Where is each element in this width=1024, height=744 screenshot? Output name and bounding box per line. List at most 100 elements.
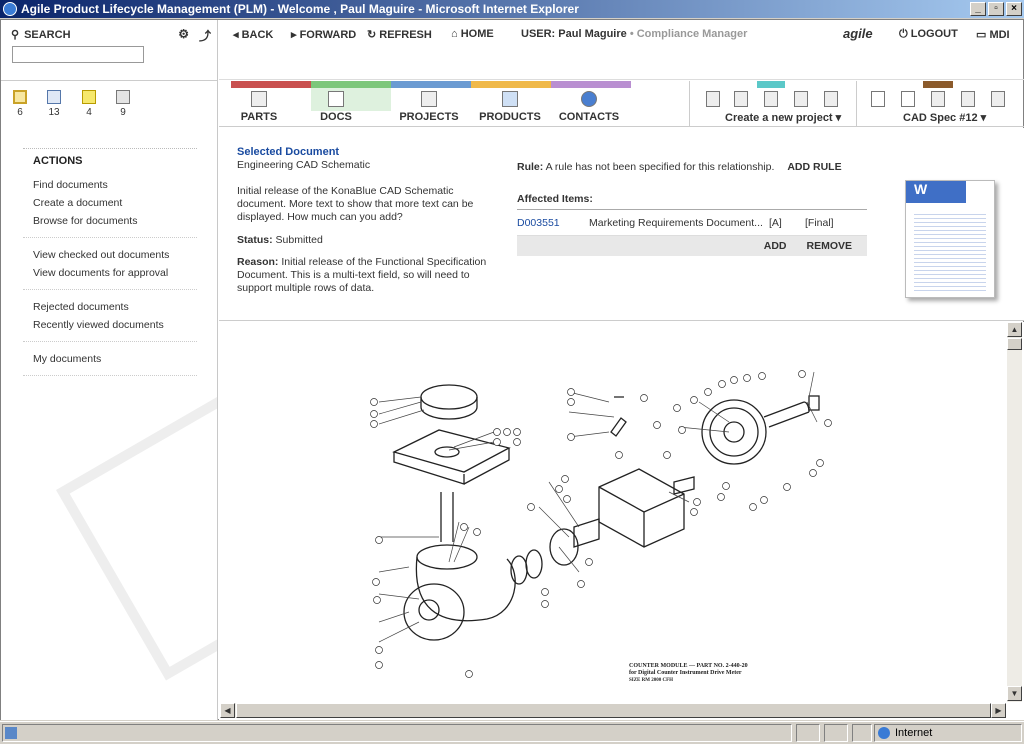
page-icon [5,727,17,739]
scroll-thumb[interactable] [236,703,991,718]
count-value: 13 [48,107,60,118]
scroll-left-icon[interactable]: ◀ [220,703,235,718]
cad-drawing: COUNTER MODULE — PART NO. 2-440-20 for D… [370,370,832,683]
add-rule-button[interactable]: ADD RULE [787,161,841,173]
drawing-caption: for Digital Counter Instrument Drive Met… [629,670,742,676]
status-pane [852,724,872,742]
color-strip [391,81,471,88]
document-lines [914,211,986,291]
relationship-info: Rule: A rule has not been specified for … [517,161,867,256]
refresh-button[interactable]: ↻ REFRESH [367,28,432,41]
vertical-scrollbar[interactable]: ▲ ▼ [1007,322,1022,702]
drawing-caption: SIZE RM 2000 CFH [629,678,673,683]
cube-icon[interactable] [734,91,748,107]
home-button[interactable]: ⌂ HOME [451,28,494,40]
drawing-part [416,544,478,570]
action-link[interactable]: Create a document [33,194,197,212]
folder-icon[interactable] [706,91,720,107]
action-link[interactable]: View checked out documents [33,246,197,264]
action-link[interactable]: Find documents [33,176,197,194]
selected-document-label: Selected Document [237,146,340,158]
mdi-button[interactable]: ▭ MDI [976,28,1010,41]
item-state: [Final] [805,217,834,229]
cube-icon[interactable] [824,91,838,107]
drawing-part [610,396,627,437]
count-mail[interactable]: 13 [39,90,69,118]
close-button[interactable]: × [1006,2,1022,16]
reason-label: Reason: [237,256,279,268]
badge-icon [116,90,130,104]
minimize-button[interactable]: _ [970,2,986,16]
pin-icon[interactable]: ⤴ [199,27,211,44]
drawing-part [808,395,820,411]
user-name: Paul Maguire [558,28,627,40]
zone-label: Internet [895,727,933,739]
word-document-thumbnail[interactable]: W [905,180,995,298]
document-name: Engineering CAD Schematic [237,159,371,171]
rule-value: A rule has not been specified for this r… [545,161,775,173]
module-docs[interactable]: DOCS [296,91,376,123]
top-navigation: ◂ BACK ▸ FORWARD ↻ REFRESH ⌂ HOME USER: … [219,20,1024,80]
module-contacts[interactable]: CONTACTS [549,91,629,123]
cube-icon[interactable] [794,91,808,107]
table-row[interactable]: D003551 Marketing Requirements Document.… [517,210,867,236]
document-icon[interactable] [901,91,915,107]
back-button[interactable]: ◂ BACK [233,28,273,41]
module-projects[interactable]: PROJECTS [389,91,469,123]
divider [23,375,197,376]
rule-line: Rule: A rule has not been specified for … [517,161,867,173]
logout-label: LOGOUT [910,28,958,40]
gear-icon[interactable]: ⚙ [178,27,189,44]
count-notes[interactable]: 4 [74,90,104,118]
refresh-label: REFRESH [379,29,432,41]
ie-logo-icon [3,2,17,16]
status-label: Status: [237,234,273,246]
count-value: 9 [120,107,126,118]
action-group: Rejected documents Recently viewed docum… [23,289,197,341]
maximize-button[interactable]: ▫ [988,2,1004,16]
browser-statusbar: Internet [0,721,1024,744]
action-link[interactable]: Recently viewed documents [33,316,197,334]
folder-open-icon[interactable] [764,91,778,107]
spec-menu[interactable]: CAD Spec #12 ▾ [903,111,986,124]
module-parts[interactable]: PARTS [219,91,299,123]
drawing-part [440,492,454,542]
add-button[interactable]: ADD [764,240,787,252]
count-badge[interactable]: 9 [108,90,138,118]
module-label: DOCS [320,111,352,123]
forward-label: FORWARD [299,29,357,41]
agile-logo: agile [843,26,873,41]
action-group: My documents [23,341,197,375]
horizontal-scrollbar[interactable]: ◀ ▶ [220,703,1006,718]
action-group: Find documents Create a document Browse … [23,168,197,237]
scroll-down-icon[interactable]: ▼ [1007,686,1022,701]
disk-icon[interactable] [991,91,1005,107]
item-id-link[interactable]: D003551 [517,217,589,229]
affected-actions: ADD REMOVE [517,236,867,256]
search-input[interactable] [12,46,144,63]
document-info: Selected Document Engineering CAD Schema… [237,146,502,295]
module-products[interactable]: PRODUCTS [470,91,550,123]
document-description: Initial release of the KonaBlue CAD Sche… [237,185,474,223]
remove-button[interactable]: REMOVE [806,240,852,252]
disk-icon[interactable] [931,91,945,107]
module-bar: PARTS DOCS PROJECTS PRODUCTS CONTACTS Cr… [219,81,1024,127]
scroll-up-icon[interactable]: ▲ [1007,322,1022,337]
action-link[interactable]: View documents for approval [33,264,197,282]
action-link[interactable]: Rejected documents [33,298,197,316]
count-value: 6 [17,107,23,118]
actions-title: ACTIONS [23,148,197,168]
create-project-menu[interactable]: Create a new project ▾ [725,111,841,124]
action-link[interactable]: Browse for documents [33,212,197,230]
document-icon[interactable] [871,91,885,107]
forward-button[interactable]: ▸ FORWARD [291,28,356,41]
scroll-thumb[interactable] [1007,338,1022,350]
logout-button[interactable]: ⏻ LOGOUT [899,28,958,41]
word-letter: W [914,181,928,197]
count-clipboard[interactable]: 6 [5,90,35,118]
scroll-right-icon[interactable]: ▶ [991,703,1006,718]
globe-icon [581,91,597,107]
clipboard-icon [13,90,27,104]
action-link[interactable]: My documents [33,350,197,368]
calendar-icon[interactable] [961,91,975,107]
